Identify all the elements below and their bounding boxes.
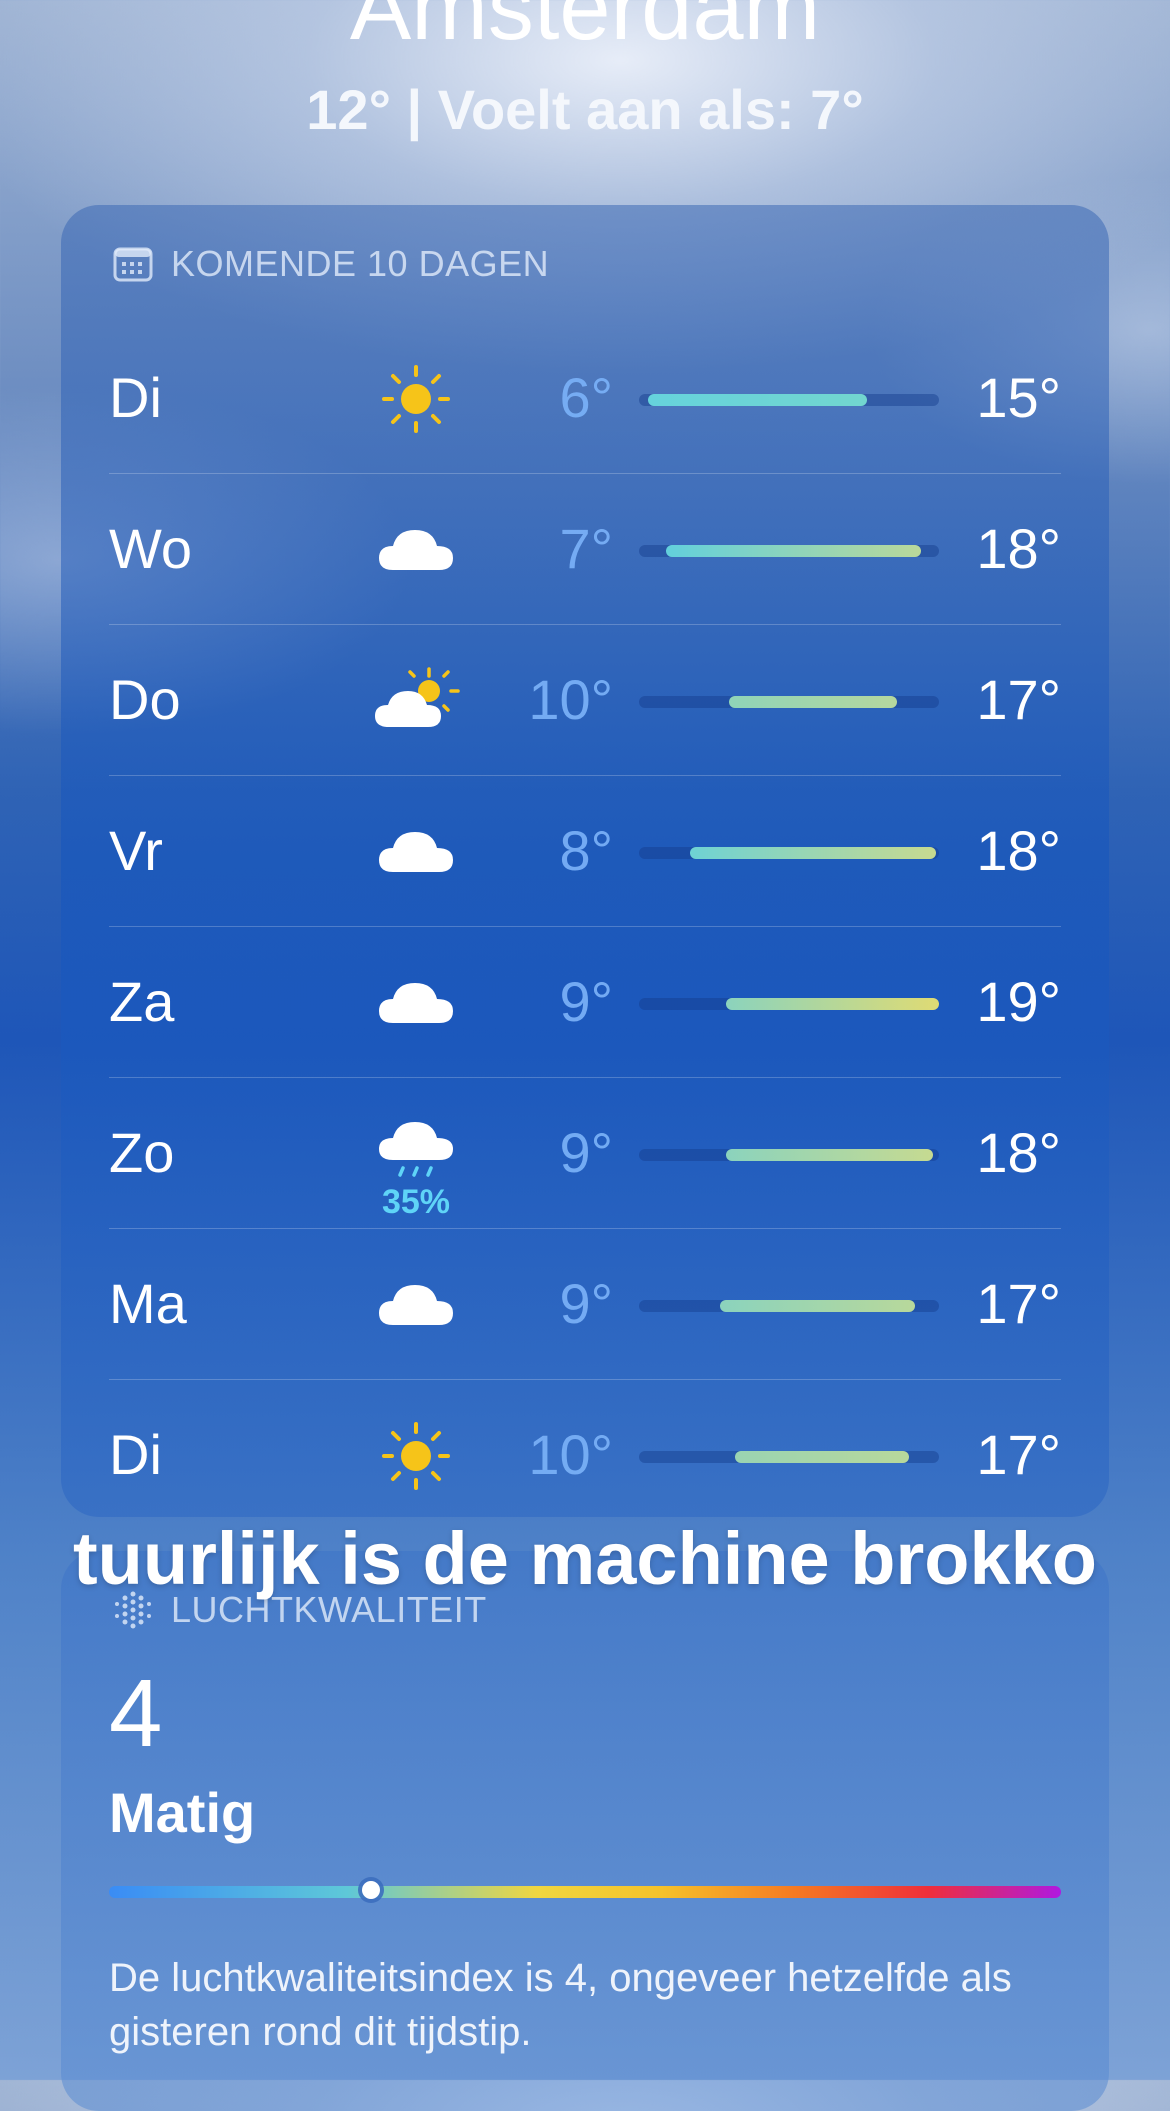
temperature-range-fill xyxy=(735,1451,909,1463)
current-temperature: 12° | Voelt aan als: 7° xyxy=(306,78,864,141)
forecast-day: Di xyxy=(109,1423,162,1486)
high-temperature: 18° xyxy=(976,517,1061,580)
forecast-header: KOMENDE 10 DAGEN xyxy=(113,239,549,289)
high-temperature: 17° xyxy=(976,1272,1061,1335)
low-temperature: 9° xyxy=(559,1272,613,1335)
low-temperature: 10° xyxy=(528,668,613,731)
temperature-range-bar xyxy=(639,1451,939,1463)
low-temperature: 9° xyxy=(559,1121,613,1184)
forecast-title: KOMENDE 10 DAGEN xyxy=(171,243,550,284)
forecast-day: Za xyxy=(109,970,175,1033)
forecast-row[interactable]: Za 9° 19° xyxy=(109,927,1061,1078)
forecast-row[interactable]: Di 10° 17° xyxy=(109,1380,1061,1531)
low-temperature: 8° xyxy=(559,819,613,882)
temperature-range-fill xyxy=(690,847,936,859)
forecast-row[interactable]: Zo 35% 9° 18° xyxy=(109,1078,1061,1229)
temperature-range-bar xyxy=(639,998,939,1010)
temperature-range-bar xyxy=(639,1300,939,1312)
low-temperature: 7° xyxy=(559,517,613,580)
cloud-icon xyxy=(371,1265,461,1345)
temperature-range-fill xyxy=(726,998,939,1010)
forecast-row[interactable]: Ma 9° 17° xyxy=(109,1229,1061,1380)
forecast-row[interactable]: Di 6° 15° xyxy=(109,323,1061,474)
high-temperature: 15° xyxy=(976,366,1061,429)
partly-cloudy-icon xyxy=(371,661,461,741)
calendar-icon xyxy=(113,247,153,282)
high-temperature: 17° xyxy=(976,1423,1061,1486)
air-quality-card[interactable]: LUCHTKWALITEIT 4 Matig De luchtkwaliteit… xyxy=(61,1551,1109,2111)
precipitation-chance: 35% xyxy=(381,1183,451,1221)
high-temperature: 18° xyxy=(976,819,1061,882)
temperature-range-bar xyxy=(639,1149,939,1161)
sun-icon xyxy=(371,1416,461,1496)
forecast-day: Wo xyxy=(109,517,192,580)
low-temperature: 10° xyxy=(528,1423,613,1486)
forecast-day: Di xyxy=(109,366,162,429)
air-quality-category: Matig xyxy=(109,1781,256,1844)
ten-day-forecast-card[interactable]: KOMENDE 10 DAGEN Di 6° 15° Wo 7° 18° Do 10° 17° V… xyxy=(61,205,1109,1517)
temperature-range-fill xyxy=(720,1300,915,1312)
high-temperature: 18° xyxy=(976,1121,1061,1184)
cloud-icon xyxy=(371,812,461,892)
air-quality-marker xyxy=(361,1881,380,1899)
temperature-range-bar xyxy=(639,847,939,859)
forecast-day: Ma xyxy=(109,1272,187,1335)
forecast-row[interactable]: Wo 7° 18° xyxy=(109,474,1061,625)
high-temperature: 19° xyxy=(976,970,1061,1033)
forecast-row[interactable]: Do 10° 17° xyxy=(109,625,1061,776)
temperature-range-fill xyxy=(729,696,897,708)
temperature-range-bar xyxy=(639,696,939,708)
air-quality-description: De luchtkwaliteitsindex is 4, ongeveer h… xyxy=(109,1956,1012,2054)
forecast-day: Do xyxy=(109,668,181,731)
temperature-range-bar xyxy=(639,545,939,557)
forecast-day: Vr xyxy=(109,819,163,882)
temperature-range-fill xyxy=(726,1149,933,1161)
low-temperature: 9° xyxy=(559,970,613,1033)
forecast-row[interactable]: Vr 8° 18° xyxy=(109,776,1061,927)
temperature-range-fill xyxy=(648,394,867,406)
forecast-day: Zo xyxy=(109,1121,175,1184)
overlay-caption: tuurlijk is de machine brokko xyxy=(73,1517,1097,1600)
cloud-icon xyxy=(371,963,461,1043)
temperature-range-fill xyxy=(666,545,921,557)
sun-icon xyxy=(371,359,461,439)
city-name: Amsterdam xyxy=(349,0,821,59)
high-temperature: 17° xyxy=(976,668,1061,731)
temperature-range-bar xyxy=(639,394,939,406)
cloud-icon xyxy=(371,510,461,590)
rain-cloud-icon xyxy=(371,1114,461,1194)
air-quality-scale xyxy=(109,1881,1061,1899)
low-temperature: 6° xyxy=(559,366,613,429)
air-quality-value: 4 xyxy=(109,1660,163,1767)
